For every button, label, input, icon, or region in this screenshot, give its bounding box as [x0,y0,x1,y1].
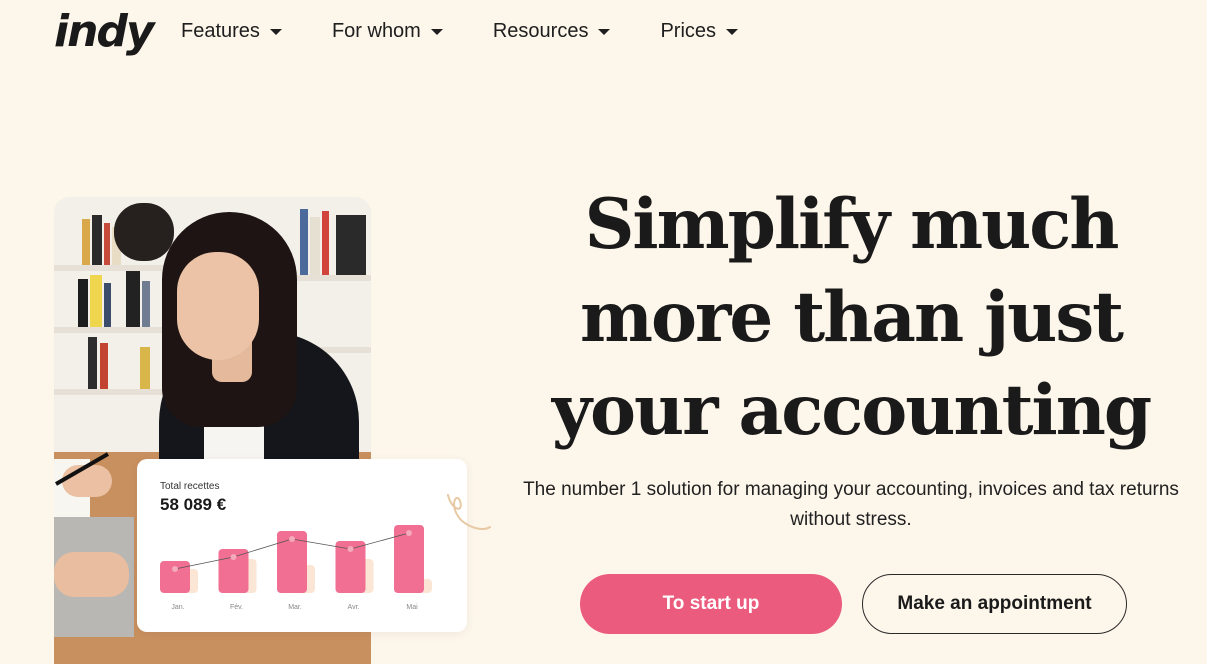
nav-item-label: Prices [660,20,717,42]
revenue-chart: Jan. Fév. Mar. Avr. Mai [160,525,432,611]
decorative-squiggle [447,494,491,530]
revenue-stats-card: Total recettes 58 089 € Jan. Fév. Mar. Avr.… [137,459,467,632]
trend-point [230,554,237,560]
person-hand-laptop [54,552,129,597]
indy-logo[interactable]: indy [54,6,155,57]
hero-subtitle: The number 1 solution for managing your … [523,479,1179,530]
person-face [177,252,259,360]
nav-item-resources[interactable]: Resources [493,20,611,43]
caret-down-icon [430,28,443,35]
make-appointment-button[interactable]: Make an appointment [862,574,1127,634]
x-tick-label: Fév. [230,604,243,611]
caret-down-icon [726,28,739,35]
start-up-button[interactable]: To start up [580,574,842,634]
nav-item-prices[interactable]: Prices [660,20,739,43]
hero-title: Simplify much more than just your accoun… [551,184,1152,451]
nav-item-label: For whom [331,20,421,42]
caret-down-icon [598,28,611,35]
trend-point [406,530,412,536]
nav-item-label: Resources [492,20,589,42]
x-tick-label: Mai [406,604,418,611]
trend-point [289,536,295,542]
nav-item-features[interactable]: Features [181,20,282,43]
x-tick-label: Mar. [288,604,302,611]
nav-item-for-whom[interactable]: For whom [332,20,443,43]
trend-point [172,566,178,572]
nav-item-label: Features [181,20,260,42]
x-tick-label: Jan. [171,604,184,611]
bar-primary-jan [160,561,190,593]
x-tick-label: Avr. [348,604,360,611]
caret-down-icon [269,28,282,35]
trend-point [347,546,354,552]
person-hand [62,465,112,497]
main-nav: Features For whom Resources Prices [181,20,788,43]
